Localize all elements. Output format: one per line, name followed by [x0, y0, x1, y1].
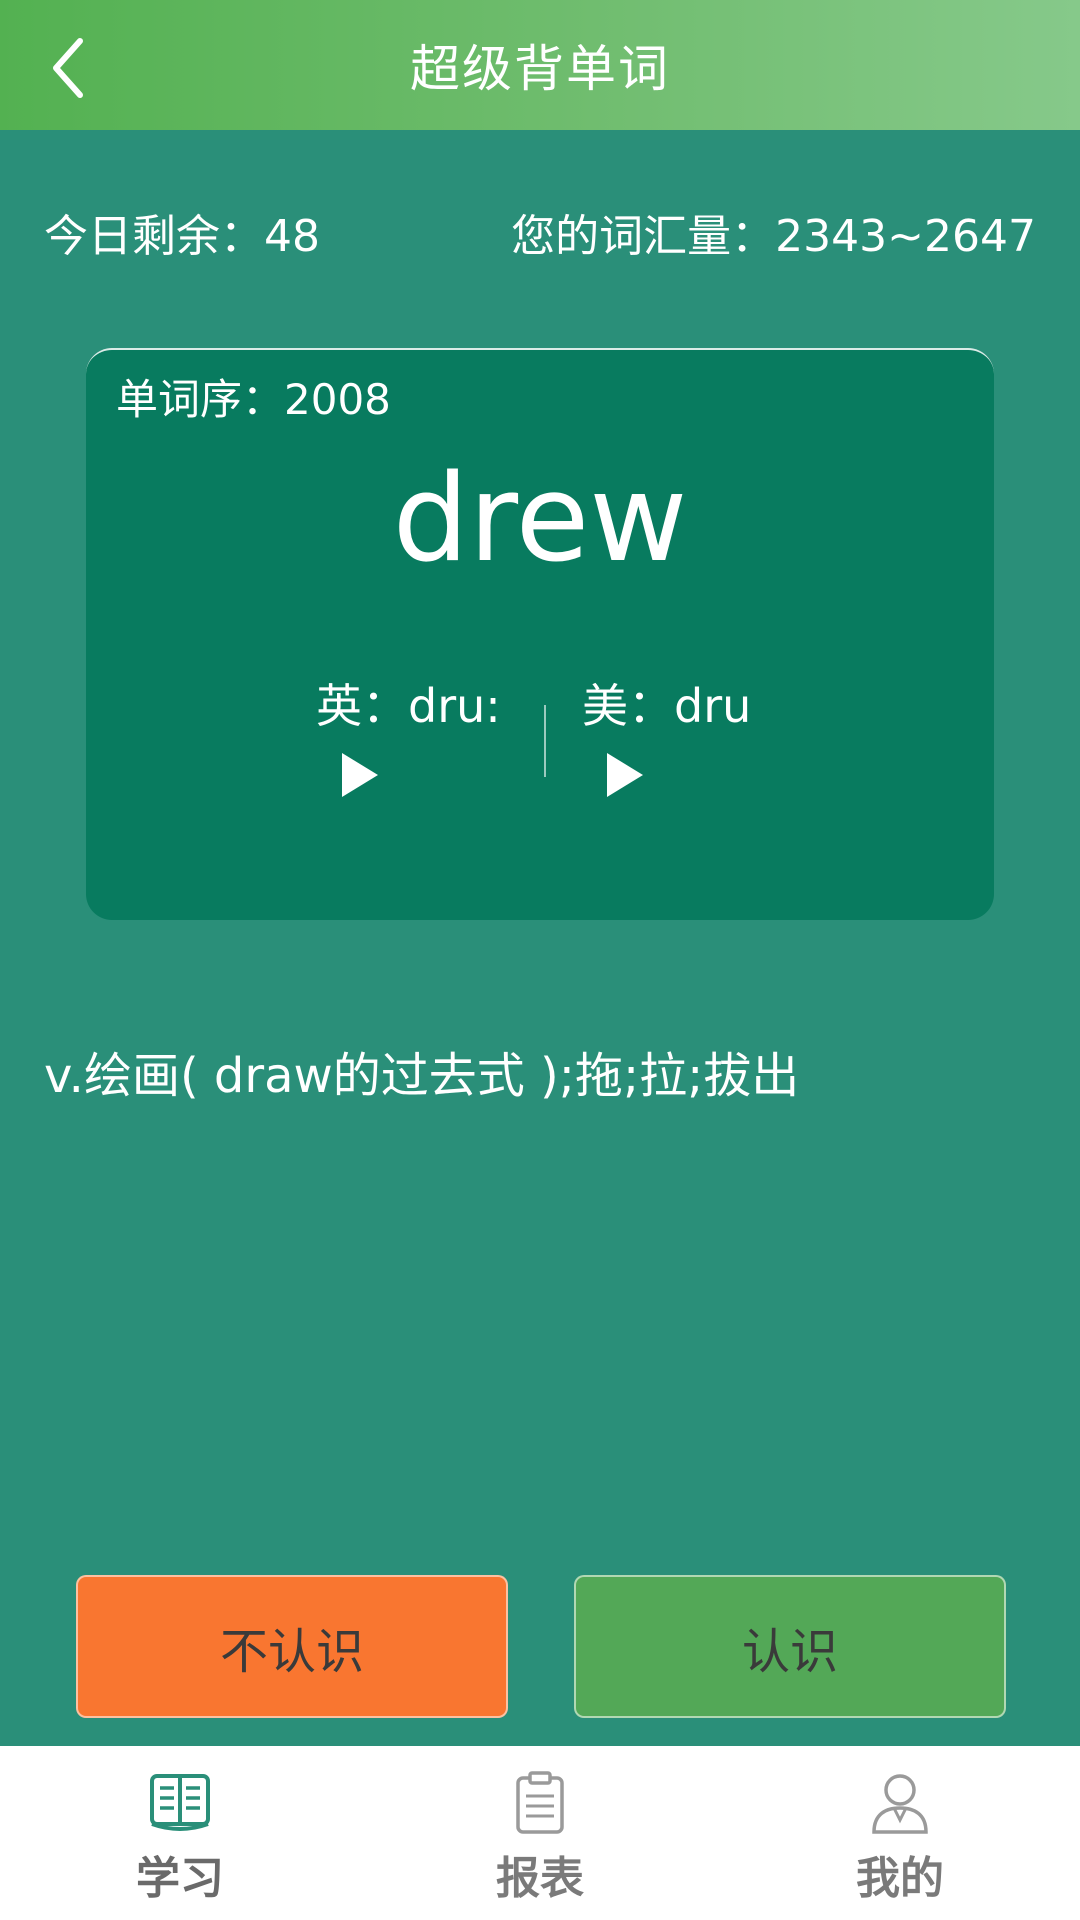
know-button[interactable]: 认识 [574, 1575, 1006, 1718]
page-title: 超级背单词 [410, 40, 670, 98]
back-button[interactable] [28, 28, 108, 108]
nav-item-mine[interactable]: 我的 [720, 1746, 1080, 1920]
word-definition: v.绘画( draw的过去式 );拖;拉;拔出 [44, 1048, 800, 1104]
book-icon [150, 1774, 210, 1831]
chevron-left-icon [53, 38, 83, 98]
nav-item-study[interactable]: 学习 [0, 1746, 360, 1920]
word-sequence: 单词序：2008 [116, 375, 391, 424]
user-icon [872, 1774, 928, 1834]
dont-know-button[interactable]: 不认识 [76, 1575, 508, 1718]
word-text: drew [392, 450, 688, 589]
nav-label-mine: 我的 [856, 1853, 944, 1904]
remaining-today: 今日剩余：48 [44, 211, 320, 262]
vocabulary-size: 您的词汇量：2343~2647 [511, 211, 1036, 262]
nav-label-report: 报表 [496, 1853, 584, 1904]
clipboard-icon [516, 1771, 564, 1834]
bottom-nav: 学习 报表 我的 [0, 1746, 1080, 1920]
stats-row: 今日剩余：48 您的词汇量：2343~2647 [0, 200, 1080, 264]
nav-label-study: 学习 [136, 1853, 224, 1904]
pronunciation-divider [544, 705, 546, 777]
app-screen: 超级背单词 今日剩余：48 您的词汇量：2343~2647 单词序：2008 d… [0, 0, 1080, 1920]
uk-pronunciation: 英：dru: [316, 679, 501, 733]
nav-item-report[interactable]: 报表 [360, 1746, 720, 1920]
header-bar: 超级背单词 [0, 0, 1080, 130]
play-uk-audio-icon[interactable] [334, 750, 384, 800]
play-us-audio-icon[interactable] [599, 750, 649, 800]
word-card: 单词序：2008 drew 英：dru: 美：dru [86, 348, 994, 920]
us-pronunciation: 美：dru [582, 679, 752, 733]
